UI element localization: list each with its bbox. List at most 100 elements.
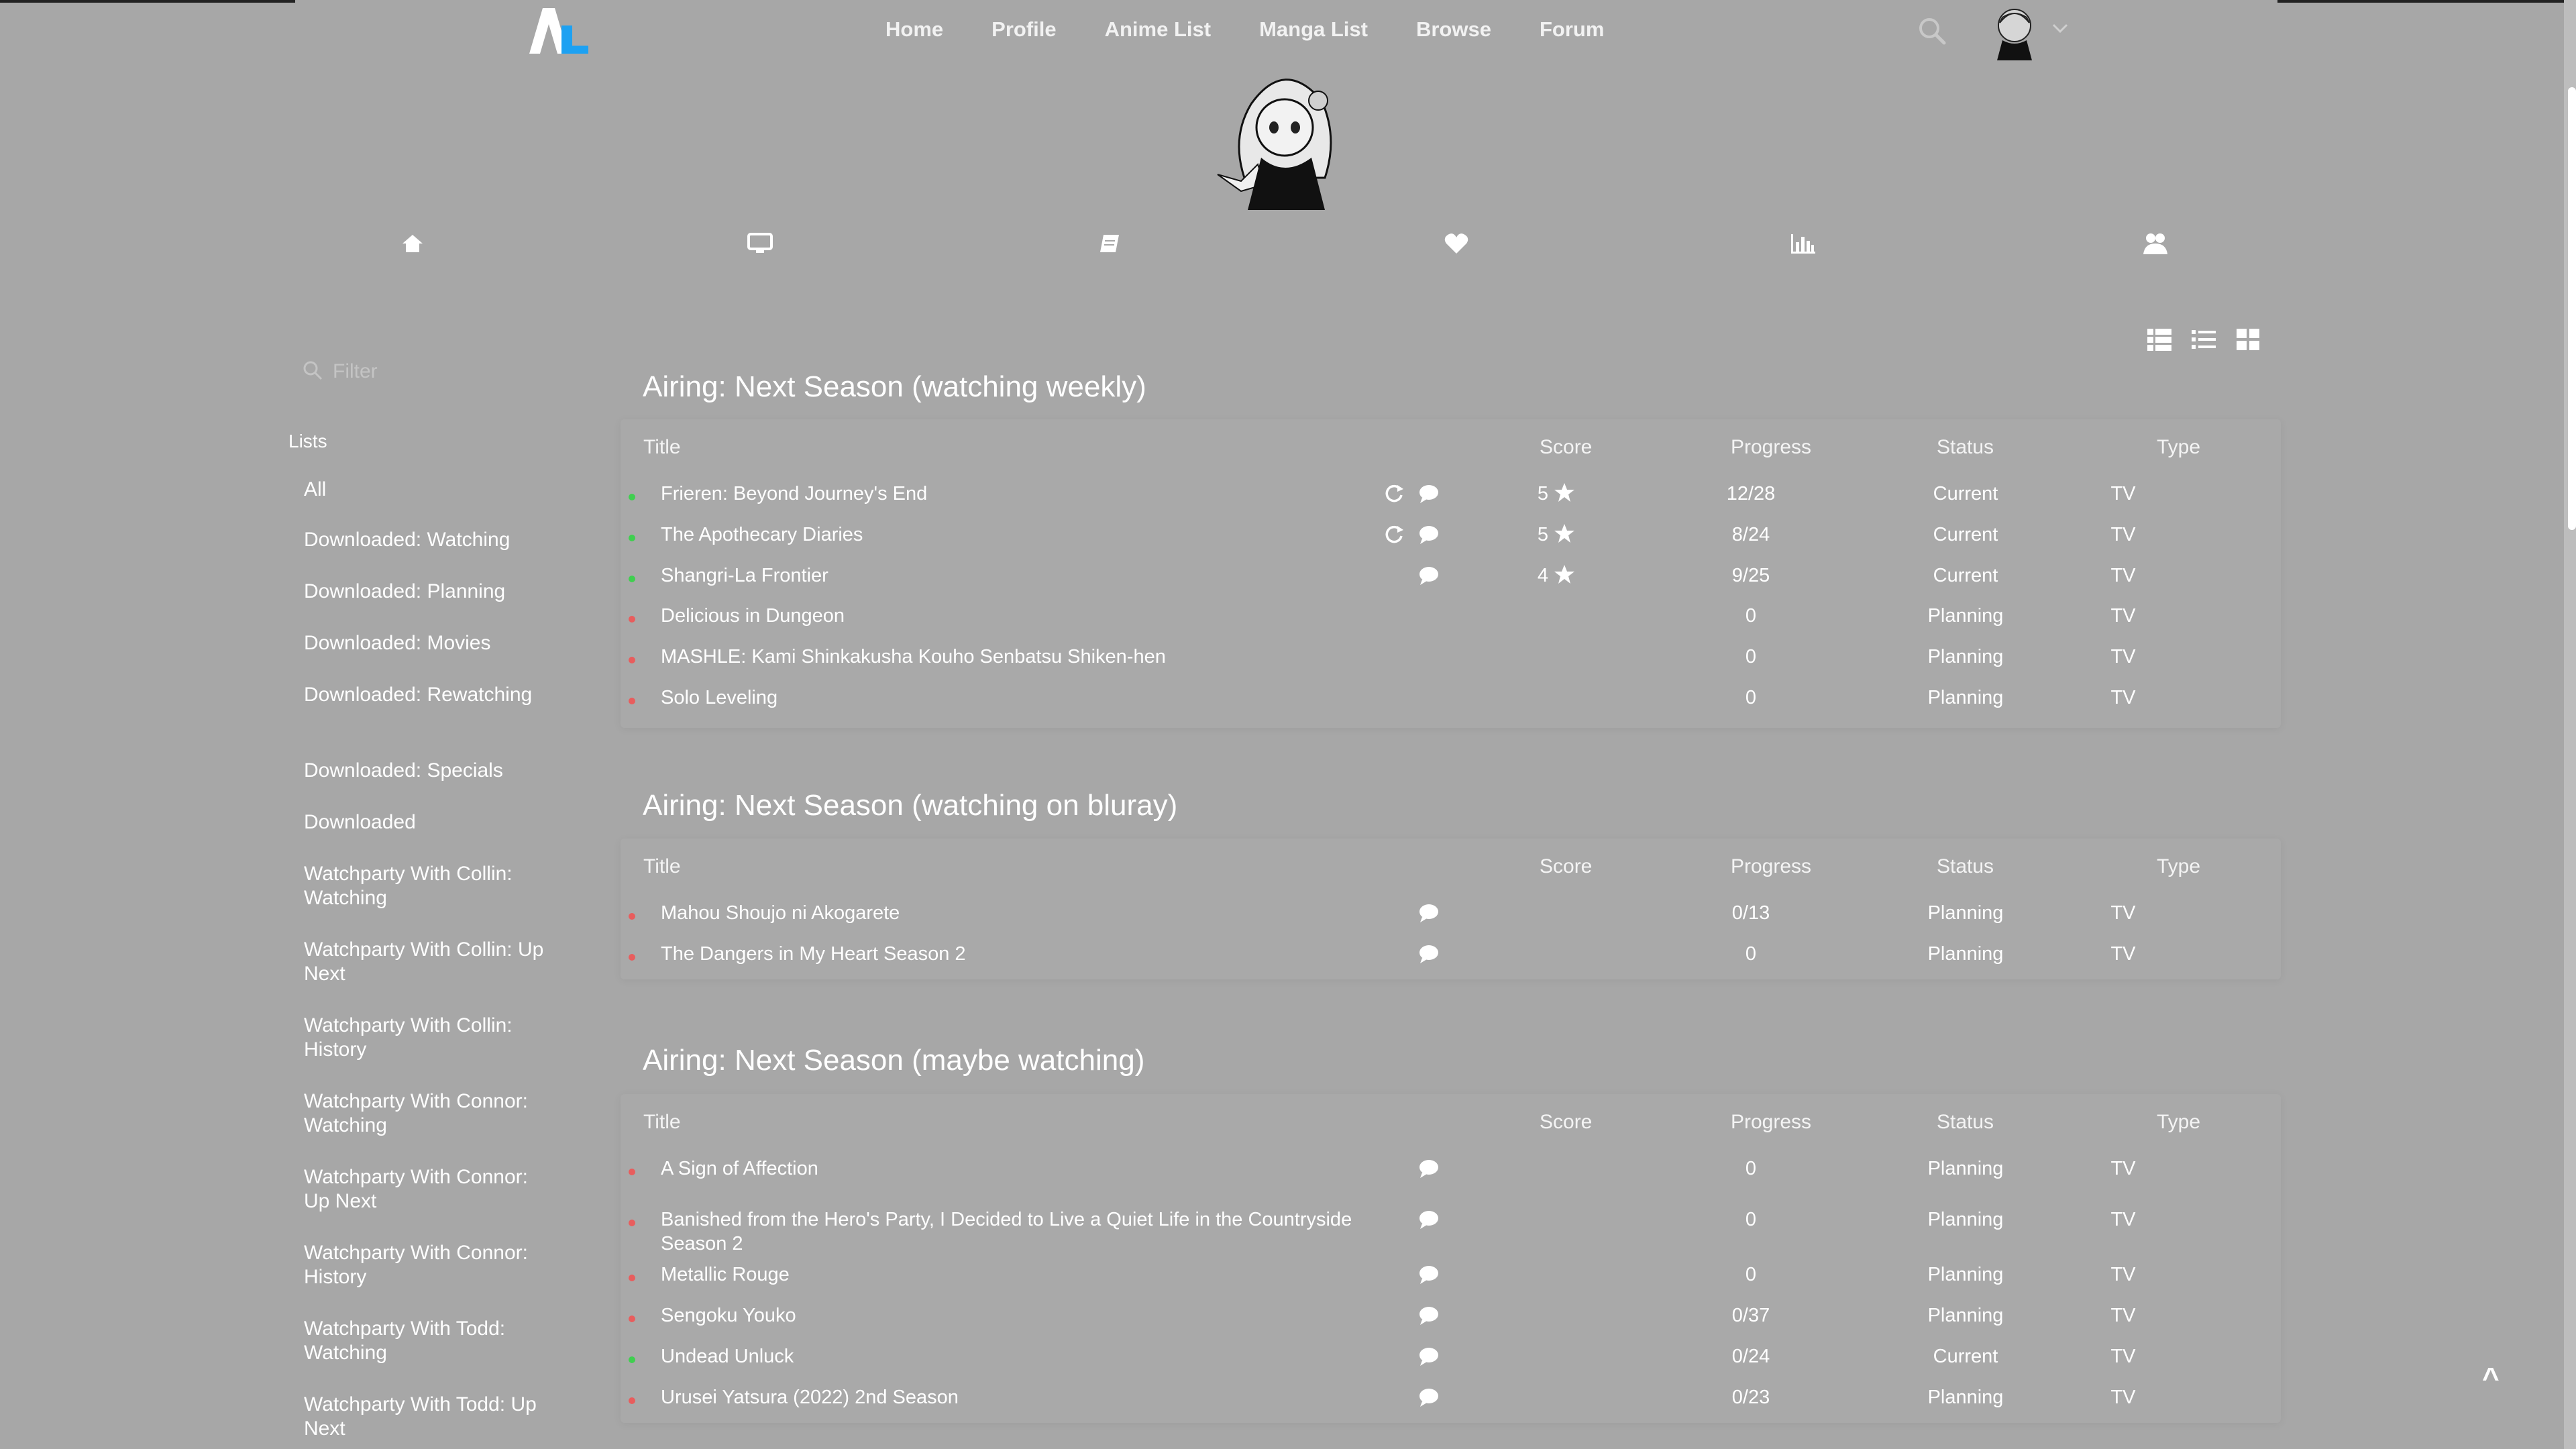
sidebar-item-downloaded-specials[interactable]: Downloaded: Specials [304,759,545,783]
table-row[interactable]: A Sign of Affection 0 Planning TV [621,1157,2281,1197]
column-header-title[interactable]: Title [643,436,681,459]
table-row[interactable]: Mahou Shoujo ni Akogarete 0/13 Planning TV [621,901,2281,941]
page-scrollbar[interactable] [2564,0,2576,1449]
progress-cell[interactable]: 12/28 [1684,482,1818,506]
entry-title-link[interactable]: MASHLE: Kami Shinkakusha Kouho Senbatsu … [661,645,1372,669]
user-avatar[interactable] [1982,3,2043,60]
table-row[interactable]: Solo Leveling 0 Planning TV [621,686,2281,726]
sidebar-item-downloaded-movies[interactable]: Downloaded: Movies [304,631,545,655]
progress-cell[interactable]: 0 [1684,1263,1818,1287]
entry-title-link[interactable]: A Sign of Affection [661,1157,1372,1181]
score-cell[interactable]: 5 [1513,523,1600,547]
progress-cell[interactable]: 0/24 [1684,1344,1818,1368]
tab-overview[interactable] [392,228,433,262]
progress-cell[interactable]: 0/13 [1684,901,1818,925]
column-header-progress[interactable]: Progress [1731,436,1811,459]
nav-forum[interactable]: Forum [1540,17,1604,42]
progress-cell[interactable]: 0/37 [1684,1303,1818,1328]
entry-title-link[interactable]: Urusei Yatsura (2022) 2nd Season [661,1385,1372,1409]
entry-title-link[interactable]: Shangri-La Frontier [661,564,1372,588]
entry-title-link[interactable]: Sengoku Youko [661,1303,1372,1328]
sidebar-item-all[interactable]: All [304,478,545,502]
notes-icon[interactable] [1417,1264,1440,1285]
tab-anime-list[interactable] [740,228,780,262]
table-row[interactable]: The Dangers in My Heart Season 2 0 Plannin… [621,942,2281,982]
sidebar-item-watchparty-with-collin-up-next[interactable]: Watchparty With Collin: Up Next [304,938,545,986]
column-header-progress[interactable]: Progress [1731,1111,1811,1134]
sidebar-item-watchparty-with-connor-watching[interactable]: Watchparty With Connor: Watching [304,1089,545,1138]
nav-anime-list[interactable]: Anime List [1105,17,1211,42]
nav-browse[interactable]: Browse [1416,17,1491,42]
repeat-icon[interactable] [1383,483,1405,504]
filter-input[interactable]: Filter [302,356,543,388]
entry-title-link[interactable]: The Apothecary Diaries [661,523,1372,547]
entry-title-link[interactable]: Undead Unluck [661,1344,1372,1368]
entry-title-link[interactable]: Solo Leveling [661,686,1372,710]
column-header-title[interactable]: Title [643,1111,681,1134]
entry-title-link[interactable]: Metallic Rouge [661,1263,1372,1287]
notes-icon[interactable] [1417,565,1440,586]
column-header-title[interactable]: Title [643,855,681,878]
sidebar-item-downloaded-watching[interactable]: Downloaded: Watching [304,528,545,552]
tab-favorites[interactable] [1436,228,1477,262]
list-view-icon[interactable] [2191,327,2216,352]
tab-manga-list[interactable] [1089,228,1130,262]
nav-home[interactable]: Home [885,17,943,42]
sidebar-item-watchparty-with-todd-up-next[interactable]: Watchparty With Todd: Up Next [304,1393,545,1441]
table-row[interactable]: Banished from the Hero's Party, I Decide… [621,1208,2281,1254]
progress-cell[interactable]: 0/23 [1684,1385,1818,1409]
notes-icon[interactable] [1417,943,1440,965]
scroll-to-top-button[interactable]: ^ [2482,1362,2500,1395]
table-row[interactable]: Sengoku Youko 0/37 Planning TV [621,1303,2281,1344]
notes-icon[interactable] [1417,1158,1440,1179]
notes-icon[interactable] [1417,1346,1440,1367]
score-cell[interactable]: 5 [1513,482,1600,506]
sidebar-item-downloaded-planning[interactable]: Downloaded: Planning [304,580,545,604]
progress-cell[interactable]: 0 [1684,1208,1818,1232]
progress-cell[interactable]: 0 [1684,604,1818,628]
notes-icon[interactable] [1417,483,1440,504]
notes-icon[interactable] [1417,902,1440,924]
progress-cell[interactable]: 0 [1684,686,1818,710]
table-row[interactable]: Frieren: Beyond Journey's End 5 12/28 Curre… [621,482,2281,522]
table-row[interactable]: Shangri-La Frontier 4 9/25 Current TV [621,564,2281,604]
entry-title-link[interactable]: Delicious in Dungeon [661,604,1372,628]
column-header-type[interactable]: Type [2157,1111,2200,1134]
column-header-score[interactable]: Score [1540,855,1592,878]
nav-profile[interactable]: Profile [991,17,1056,42]
tab-social[interactable] [2135,228,2176,262]
table-row[interactable]: Urusei Yatsura (2022) 2nd Season 0/23 Plan… [621,1385,2281,1426]
sidebar-item-watchparty-with-collin-watching[interactable]: Watchparty With Collin: Watching [304,862,545,910]
progress-cell[interactable]: 8/24 [1684,523,1818,547]
notes-icon[interactable] [1417,1305,1440,1326]
progress-cell[interactable]: 0 [1684,942,1818,966]
sidebar-item-downloaded-rewatching[interactable]: Downloaded: Rewatching [304,683,545,707]
search-icon[interactable] [1917,16,1947,46]
sidebar-item-watchparty-with-collin-history[interactable]: Watchparty With Collin: History [304,1014,545,1062]
column-header-status[interactable]: Status [1937,855,1994,878]
tab-stats[interactable] [1783,228,1823,262]
scrollbar-thumb[interactable] [2568,87,2576,530]
column-header-score[interactable]: Score [1540,436,1592,459]
sidebar-item-watchparty-with-connor-up-next[interactable]: Watchparty With Connor: Up Next [304,1165,545,1214]
nav-manga-list[interactable]: Manga List [1259,17,1368,42]
table-row[interactable]: The Apothecary Diaries 5 8/24 Current TV [621,523,2281,563]
table-row[interactable]: Delicious in Dungeon 0 Planning TV [621,604,2281,644]
table-row[interactable]: Undead Unluck 0/24 Current TV [621,1344,2281,1385]
progress-cell[interactable]: 9/25 [1684,564,1818,588]
table-view-icon[interactable] [2147,327,2172,352]
table-row[interactable]: Metallic Rouge 0 Planning TV [621,1263,2281,1303]
progress-cell[interactable]: 0 [1684,1157,1818,1181]
column-header-score[interactable]: Score [1540,1111,1592,1134]
score-cell[interactable]: 4 [1513,564,1600,588]
chevron-down-icon[interactable] [2051,21,2069,35]
notes-icon[interactable] [1417,1387,1440,1408]
entry-title-link[interactable]: Banished from the Hero's Party, I Decide… [661,1208,1372,1256]
anilist-logo[interactable] [527,5,590,56]
column-header-progress[interactable]: Progress [1731,855,1811,878]
entry-title-link[interactable]: Mahou Shoujo ni Akogarete [661,901,1372,925]
repeat-icon[interactable] [1383,524,1405,545]
sidebar-item-downloaded[interactable]: Downloaded [304,810,545,835]
grid-view-icon[interactable] [2235,327,2261,352]
entry-title-link[interactable]: Frieren: Beyond Journey's End [661,482,1372,506]
